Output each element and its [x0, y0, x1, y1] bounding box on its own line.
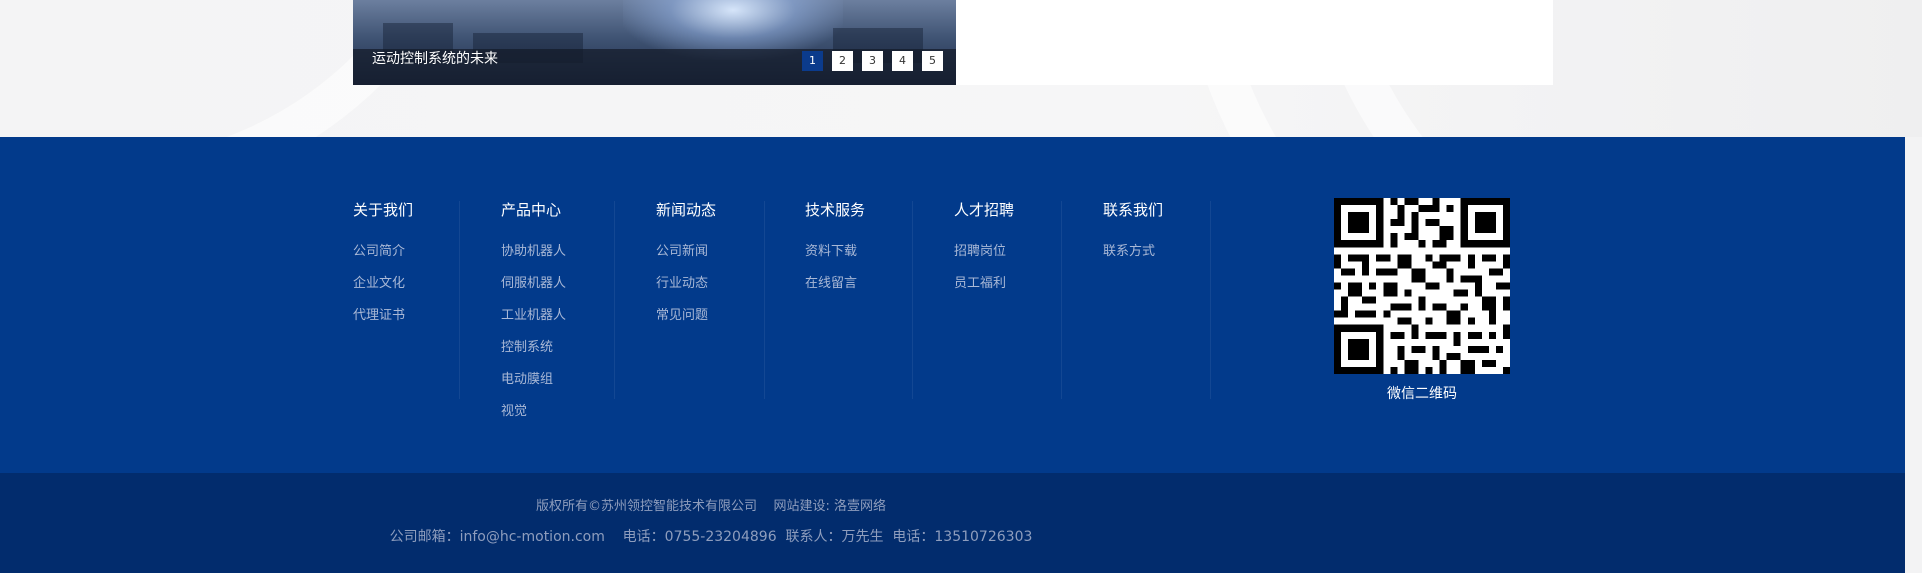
slider-page-4[interactable]: 4: [892, 51, 913, 71]
footer-col-title[interactable]: 关于我们: [353, 199, 413, 221]
footer-link[interactable]: 伺服机器人: [501, 275, 566, 293]
slider-caption[interactable]: 运动控制系统的未来: [372, 49, 498, 69]
footer-col-divider: [1103, 201, 1211, 399]
slider-pagination: 1 2 3 4 5: [802, 51, 943, 71]
copyright-text: 版权所有©苏州领控智能技术有限公司 网站建设: 洛壹网络: [535, 499, 887, 514]
footer-link[interactable]: 工业机器人: [501, 307, 566, 325]
footer-link[interactable]: 协助机器人: [501, 243, 566, 261]
footer-link[interactable]: 代理证书: [353, 307, 405, 325]
footer-col-divider: [954, 201, 1062, 399]
slider-page-1[interactable]: 1: [802, 51, 823, 71]
footer-col-title[interactable]: 新闻动态: [656, 199, 716, 221]
news-slider[interactable]: 运动控制系统的未来 1 2 3 4 5: [353, 0, 956, 85]
footer-link[interactable]: 公司简介: [353, 243, 405, 261]
footer-col-divider: [805, 201, 913, 399]
page-edge: [1905, 137, 1922, 573]
footer-col-title[interactable]: 联系我们: [1103, 199, 1163, 221]
footer-col-title[interactable]: 技术服务: [805, 199, 865, 221]
slider-page-5[interactable]: 5: [922, 51, 943, 71]
footer-link[interactable]: 企业文化: [353, 275, 405, 293]
footer-link[interactable]: 公司新闻: [656, 243, 708, 261]
footer-link[interactable]: 员工福利: [954, 275, 1006, 293]
footer-link[interactable]: 电动膜组: [501, 371, 553, 389]
footer-col-divider: [501, 201, 615, 399]
footer-link[interactable]: 视觉: [501, 403, 527, 421]
qr-code-icon: [1334, 198, 1510, 374]
site-footer: 关于我们 公司简介 企业文化 代理证书 产品中心 协助机器人 伺服机器人 工业机…: [0, 137, 1905, 473]
footer-link[interactable]: 控制系统: [501, 339, 553, 357]
footer-link[interactable]: 招聘岗位: [954, 243, 1006, 261]
footer-link[interactable]: 资料下载: [805, 243, 857, 261]
footer-col-title[interactable]: 人才招聘: [954, 199, 1014, 221]
copyright-bar: 版权所有©苏州领控智能技术有限公司 网站建设: 洛壹网络 公司邮箱：info@h…: [0, 473, 1905, 573]
qr-code-label: 微信二维码: [1387, 386, 1457, 402]
footer-col-title[interactable]: 产品中心: [501, 199, 561, 221]
contact-info-text: 公司邮箱：info@hc-motion.com 电话：0755-23204896…: [389, 529, 1033, 545]
footer-link[interactable]: 常见问题: [656, 307, 708, 325]
slider-page-3[interactable]: 3: [862, 51, 883, 71]
footer-col-divider: [656, 201, 765, 399]
slider-page-2[interactable]: 2: [832, 51, 853, 71]
footer-link[interactable]: 在线留言: [805, 275, 857, 293]
footer-link[interactable]: 行业动态: [656, 275, 708, 293]
footer-col-divider: [353, 201, 460, 399]
footer-link[interactable]: 联系方式: [1103, 243, 1155, 261]
